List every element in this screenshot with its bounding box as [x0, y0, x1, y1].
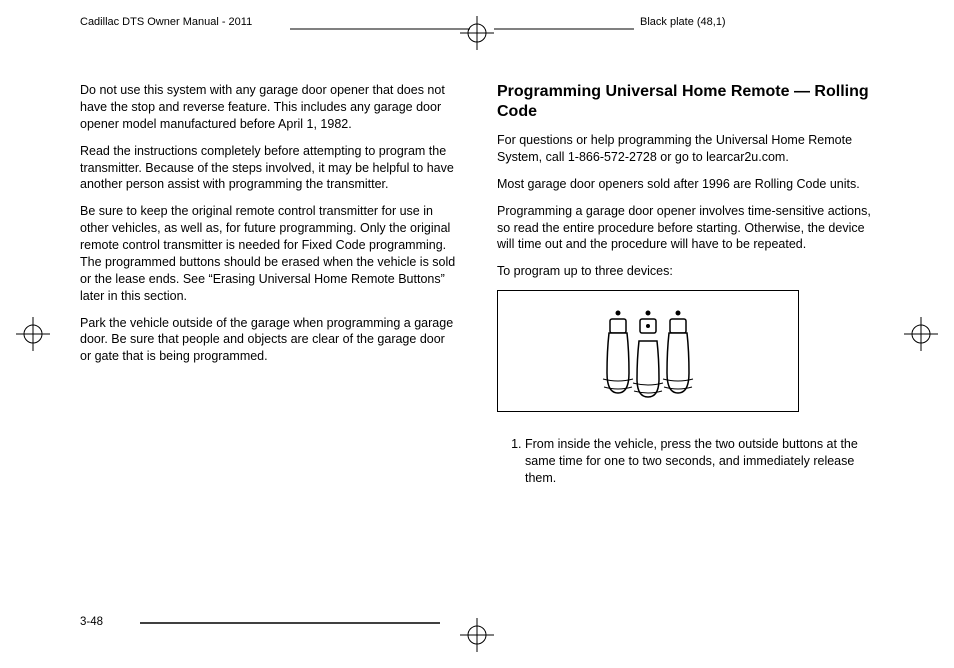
body-paragraph: Park the vehicle outside of the garage w… [80, 315, 457, 366]
register-mark-left-icon [16, 317, 50, 351]
body-paragraph: Most garage door openers sold after 1996… [497, 176, 874, 193]
procedure-list: From inside the vehicle, press the two o… [497, 436, 874, 487]
procedure-step: From inside the vehicle, press the two o… [525, 436, 874, 487]
body-paragraph: To program up to three devices: [497, 263, 874, 280]
page-number: 3-48 [80, 616, 103, 628]
hands-pressing-buttons-illustration [497, 290, 799, 412]
header-rule-right-icon [494, 28, 634, 30]
footer-rule-icon [140, 622, 440, 624]
header-rule-left-icon [290, 28, 470, 30]
register-mark-top-icon [460, 16, 494, 50]
body-paragraph: For questions or help programming the Un… [497, 132, 874, 166]
header-plate-info: Black plate (48,1) [640, 16, 726, 28]
header-manual-title: Cadillac DTS Owner Manual - 2011 [80, 16, 252, 28]
section-heading: Programming Universal Home Remote — Roll… [497, 82, 874, 122]
body-paragraph: Programming a garage door opener involve… [497, 203, 874, 254]
register-mark-right-icon [904, 317, 938, 351]
left-column: Do not use this system with any garage d… [80, 82, 457, 495]
body-paragraph: Do not use this system with any garage d… [80, 82, 457, 133]
body-paragraph: Be sure to keep the original remote cont… [80, 203, 457, 304]
body-paragraph: Read the instructions completely before … [80, 143, 457, 194]
right-column: Programming Universal Home Remote — Roll… [497, 82, 874, 495]
